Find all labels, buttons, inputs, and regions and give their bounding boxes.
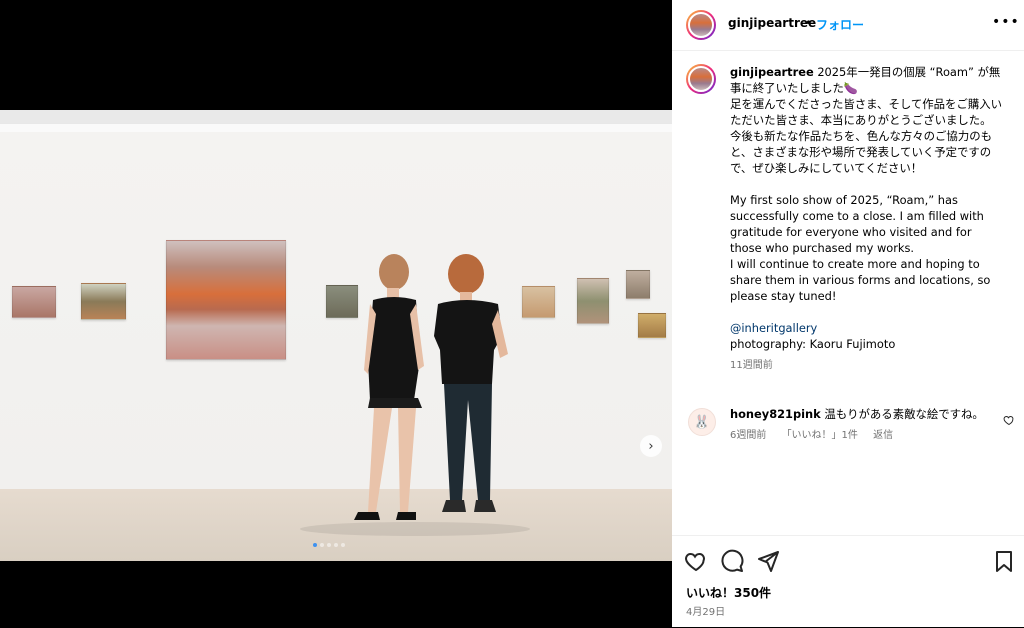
- carousel-dot: [341, 543, 345, 547]
- carousel-dot-active: [313, 543, 317, 547]
- comment-item: honey821pink 温もりがある素敵な絵ですね。 6週間前 「いいね！」1…: [730, 406, 1010, 444]
- post-side-panel: ginjipeartree • フォロー ••• ginjipeartree 2…: [672, 0, 1024, 627]
- post-photo[interactable]: ›: [0, 110, 672, 561]
- post-actions: いいね！350件 4月29日: [672, 535, 1024, 628]
- painting-small-6: [626, 270, 650, 299]
- painting-large-landscape: [166, 240, 286, 360]
- media-panel: ›: [0, 0, 672, 627]
- caption-jp-line-2: 足を運んでくださった皆さま、そして作品をご購入いただいた皆さま、本当にありがとう…: [730, 97, 1003, 127]
- comments-scroll-area[interactable]: ginjipeartree 2025年一発目の個展 “Roam” が無事に終了い…: [672, 52, 1024, 532]
- painting-small-1: [12, 286, 56, 318]
- painting-small-2: [81, 283, 126, 320]
- author-username[interactable]: ginjipeartree: [728, 16, 816, 30]
- caption-jp-line-3: 今後も新たな作品たちを、色んな方々のご協力のもと、さまざまな形や場所で発表してい…: [730, 129, 992, 175]
- comment-timestamp: 6週間前: [730, 430, 767, 441]
- carousel-indicator: [313, 543, 345, 547]
- carousel-dot: [327, 543, 331, 547]
- chevron-right-icon: ›: [648, 438, 654, 454]
- heart-icon[interactable]: [684, 549, 708, 573]
- likes-count[interactable]: いいね！350件: [686, 584, 771, 601]
- caption-username[interactable]: ginjipeartree: [730, 65, 814, 79]
- post-caption: ginjipeartree 2025年一発目の個展 “Roam” が無事に終了い…: [730, 64, 1002, 374]
- instagram-post-modal: › ginjipeartree • フォロー ••• ginjipeartree…: [0, 0, 1024, 627]
- carousel-next-button[interactable]: ›: [640, 435, 662, 457]
- comment-meta: 6週間前 「いいね！」1件 返信: [730, 428, 1010, 444]
- carousel-dot: [334, 543, 338, 547]
- comment-username[interactable]: honey821pink: [730, 407, 821, 421]
- painting-small-5: [577, 278, 609, 324]
- caption-author-avatar[interactable]: [686, 64, 716, 94]
- visitor-figure-right: [434, 254, 508, 512]
- comment-text: 温もりがある素敵な絵ですね。: [824, 407, 984, 421]
- caption-timestamp: 11週間前: [730, 360, 773, 371]
- gallery-mention-link[interactable]: @inheritgallery: [730, 320, 1002, 336]
- author-avatar[interactable]: [686, 10, 716, 40]
- separator-dot: •: [805, 16, 813, 30]
- photo-credit: photography: Kaoru Fujimoto: [730, 337, 896, 351]
- more-icon[interactable]: •••: [992, 14, 1020, 30]
- ceiling-light: [0, 124, 672, 132]
- caption-en-line-2: I will continue to create more and hopin…: [730, 257, 991, 303]
- comment-like-heart-icon[interactable]: [1003, 414, 1015, 426]
- caption-en-line-1: My first solo show of 2025, “Roam,” has …: [730, 193, 984, 255]
- post-header: ginjipeartree • フォロー •••: [672, 0, 1024, 51]
- share-icon[interactable]: [756, 549, 780, 573]
- carousel-dot: [320, 543, 324, 547]
- post-date: 4月29日: [686, 607, 726, 618]
- bookmark-icon[interactable]: [992, 549, 1016, 573]
- commenter-avatar[interactable]: 🐰: [688, 408, 716, 436]
- painting-small-7: [638, 313, 666, 338]
- comment-icon[interactable]: [720, 549, 744, 573]
- comment-likes-link[interactable]: 「いいね！」1件: [782, 430, 858, 441]
- follow-button[interactable]: フォロー: [816, 16, 864, 33]
- comment-reply-button[interactable]: 返信: [873, 430, 893, 441]
